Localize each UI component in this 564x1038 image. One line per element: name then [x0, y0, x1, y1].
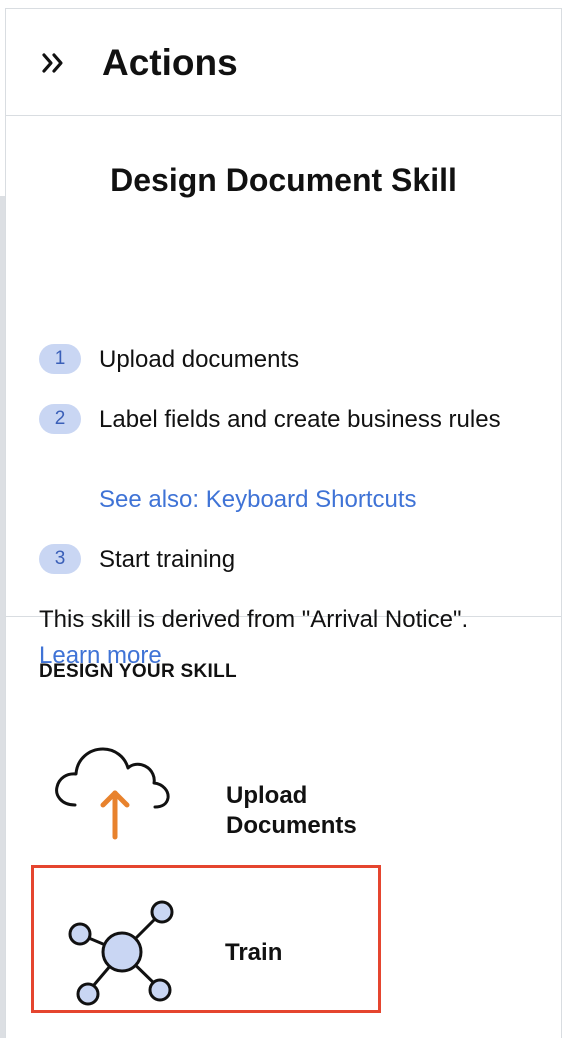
step-label: Label fields and create business rules — [99, 406, 501, 433]
step-number-badge: 1 — [39, 344, 81, 374]
double-chevron-right-icon — [42, 53, 63, 73]
step-label: Upload documents — [99, 346, 300, 373]
keyboard-shortcuts-link[interactable]: See also: Keyboard Shortcuts — [99, 482, 417, 518]
skill-instructions: Design Document Skill 1 Upload documents… — [6, 116, 561, 669]
section-heading: DESIGN YOUR SKILL — [39, 661, 237, 682]
cloud-upload-icon — [55, 747, 170, 840]
network-nodes-icon — [68, 900, 174, 1006]
upload-documents-action[interactable]: Upload Documents — [31, 717, 381, 865]
actions-page: Actions Design Document Skill 1 Upload d… — [0, 0, 564, 1038]
step-number-badge: 2 — [39, 404, 81, 434]
panel-header: Actions — [6, 9, 561, 116]
upload-documents-label: Upload Documents — [226, 782, 357, 839]
actions-panel: Actions Design Document Skill 1 Upload d… — [5, 8, 562, 1038]
step-label: Start training — [99, 546, 236, 573]
skill-title: Design Document Skill — [110, 162, 457, 198]
train-action[interactable]: Train — [31, 865, 381, 1013]
collapse-panel-button[interactable] — [36, 45, 72, 81]
derived-description: This skill is derived from "Arrival Noti… — [39, 606, 469, 633]
train-label: Train — [225, 939, 283, 966]
step-number-badge: 3 — [39, 544, 81, 574]
panel-title: Actions — [102, 42, 238, 83]
